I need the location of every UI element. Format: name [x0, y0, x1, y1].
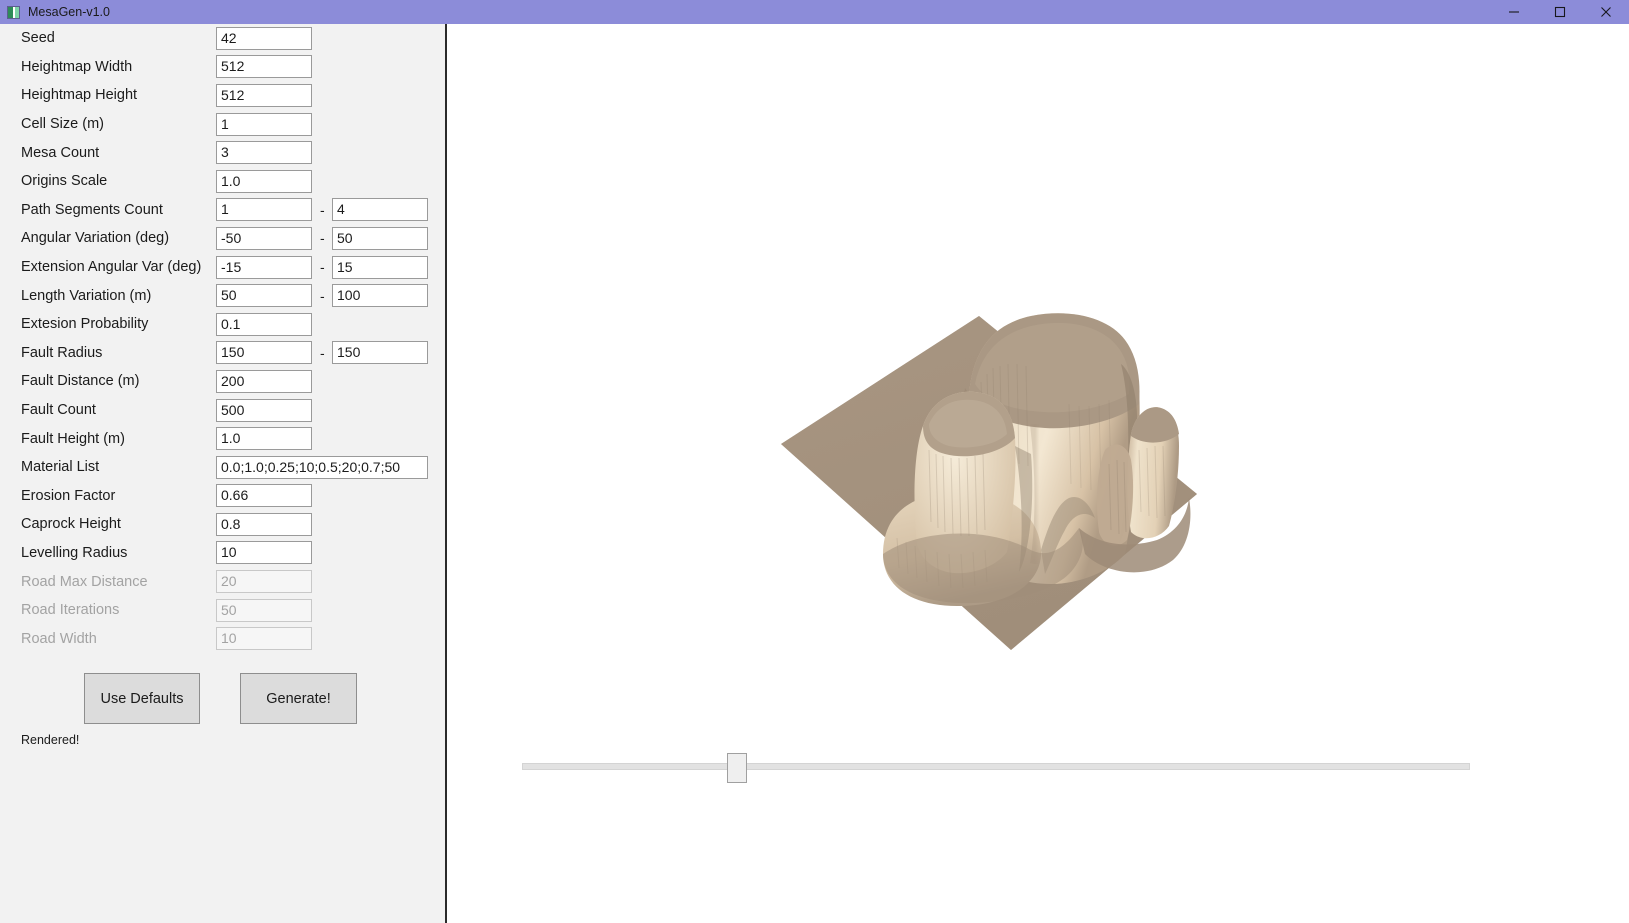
param-row: Fault Height (m) 1.0	[0, 424, 445, 453]
param-row: Road Width 10	[0, 624, 445, 653]
param-label: Seed	[21, 30, 55, 47]
maximize-icon[interactable]	[1537, 0, 1583, 24]
param-label: Heightmap Height	[21, 87, 138, 104]
param-label: Material List	[21, 459, 100, 476]
slider-track[interactable]	[522, 763, 1470, 770]
param-row: Cell Size (m) 1	[0, 110, 445, 139]
param-label: Cell Size (m)	[21, 116, 104, 133]
param-input-primary[interactable]: 1	[216, 112, 312, 136]
param-row: Road Max Distance 20	[0, 567, 445, 596]
parameter-form: Seed 42 Heightmap Width 512 Heightmap Height…	[0, 24, 445, 653]
param-label: Mesa Count	[21, 144, 100, 161]
param-row: Mesa Count 3	[0, 138, 445, 167]
param-input-primary[interactable]: 0.0;1.0;0.25;10;0.5;20;0.7;50	[216, 455, 428, 479]
param-row: Levelling Radius 10	[0, 539, 445, 568]
param-input-primary[interactable]: 200	[216, 369, 312, 393]
param-row: Heightmap Width 512	[0, 53, 445, 82]
close-icon[interactable]	[1583, 0, 1629, 24]
param-label: Road Max Distance	[21, 573, 148, 590]
param-label: Road Iterations	[21, 602, 120, 619]
param-input-secondary[interactable]: 150	[332, 341, 428, 365]
titlebar-left: MesaGen-v1.0	[0, 0, 1491, 24]
param-row: Caprock Height 0.8	[0, 510, 445, 539]
range-separator: -	[320, 344, 325, 361]
param-label: Extesion Probability	[21, 316, 149, 333]
param-input-primary[interactable]: -15	[216, 255, 312, 279]
range-separator: -	[320, 230, 325, 247]
param-input-primary[interactable]: 50	[216, 284, 312, 308]
param-row: Erosion Factor 0.66	[0, 482, 445, 511]
parameters-panel: Seed 42 Heightmap Width 512 Heightmap Height…	[0, 24, 447, 923]
param-input-primary[interactable]: 0.1	[216, 312, 312, 336]
param-label: Origins Scale	[21, 173, 108, 190]
param-input-primary[interactable]: -50	[216, 226, 312, 250]
param-label: Fault Radius	[21, 344, 103, 361]
param-input-primary[interactable]: 42	[216, 26, 312, 50]
param-row: Fault Distance (m) 200	[0, 367, 445, 396]
range-separator: -	[320, 259, 325, 276]
param-input-primary[interactable]: 3	[216, 141, 312, 165]
param-label: Heightmap Width	[21, 58, 133, 75]
action-buttons: Use Defaults Generate!	[0, 673, 445, 729]
param-label: Fault Height (m)	[21, 430, 125, 447]
param-input-primary[interactable]: 1.0	[216, 169, 312, 193]
param-row: Path Segments Count 1-4	[0, 196, 445, 225]
param-row: Extesion Probability 0.1	[0, 310, 445, 339]
param-row: Angular Variation (deg) -50-50	[0, 224, 445, 253]
param-input-secondary[interactable]: 50	[332, 226, 428, 250]
param-input-secondary[interactable]: 100	[332, 284, 428, 308]
param-label: Extension Angular Var (deg)	[21, 259, 202, 276]
param-row: Fault Count 500	[0, 396, 445, 425]
window-titlebar: MesaGen-v1.0	[0, 0, 1629, 24]
param-input-secondary[interactable]: 15	[332, 255, 428, 279]
param-label: Angular Variation (deg)	[21, 230, 170, 247]
param-row: Origins Scale 1.0	[0, 167, 445, 196]
param-label: Erosion Factor	[21, 487, 116, 504]
view-slider[interactable]	[522, 744, 1470, 784]
param-input-primary[interactable]: 500	[216, 398, 312, 422]
param-input-primary[interactable]: 10	[216, 541, 312, 565]
slider-thumb[interactable]	[727, 753, 747, 783]
window-title: MesaGen-v1.0	[28, 5, 110, 19]
param-row: Seed 42	[0, 24, 445, 53]
param-row: Material List 0.0;1.0;0.25;10;0.5;20;0.7;…	[0, 453, 445, 482]
param-input-primary: 50	[216, 598, 312, 622]
param-input-primary[interactable]: 1.0	[216, 427, 312, 451]
param-label: Path Segments Count	[21, 201, 163, 218]
param-input-primary[interactable]: 0.8	[216, 512, 312, 536]
range-separator: -	[320, 201, 325, 218]
param-input-secondary[interactable]: 4	[332, 198, 428, 222]
param-label: Fault Distance (m)	[21, 373, 140, 390]
param-input-primary[interactable]: 512	[216, 83, 312, 107]
param-input-primary[interactable]: 512	[216, 55, 312, 79]
param-row: Extension Angular Var (deg) -15-15	[0, 253, 445, 282]
param-input-primary[interactable]: 150	[216, 341, 312, 365]
app-window-icon	[7, 5, 20, 19]
param-label: Road Width	[21, 630, 97, 647]
param-label: Length Variation (m)	[21, 287, 152, 304]
param-input-primary[interactable]: 1	[216, 198, 312, 222]
param-input-primary: 20	[216, 570, 312, 594]
generate-button[interactable]: Generate!	[240, 673, 357, 724]
render-viewport[interactable]	[449, 24, 1629, 923]
param-input-primary: 10	[216, 627, 312, 651]
param-input-primary[interactable]: 0.66	[216, 484, 312, 508]
window-controls	[1491, 0, 1629, 24]
status-label: Rendered!	[21, 733, 80, 747]
param-label: Caprock Height	[21, 516, 121, 533]
param-label: Fault Count	[21, 402, 96, 419]
range-separator: -	[320, 287, 325, 304]
minimize-icon[interactable]	[1491, 0, 1537, 24]
param-label: Levelling Radius	[21, 544, 128, 561]
mesa-terrain-3d-preview[interactable]	[779, 254, 1199, 654]
param-row: Heightmap Height 512	[0, 81, 445, 110]
use-defaults-button[interactable]: Use Defaults	[84, 673, 200, 724]
param-row: Road Iterations 50	[0, 596, 445, 625]
param-row: Length Variation (m) 50-100	[0, 281, 445, 310]
param-row: Fault Radius 150-150	[0, 339, 445, 368]
